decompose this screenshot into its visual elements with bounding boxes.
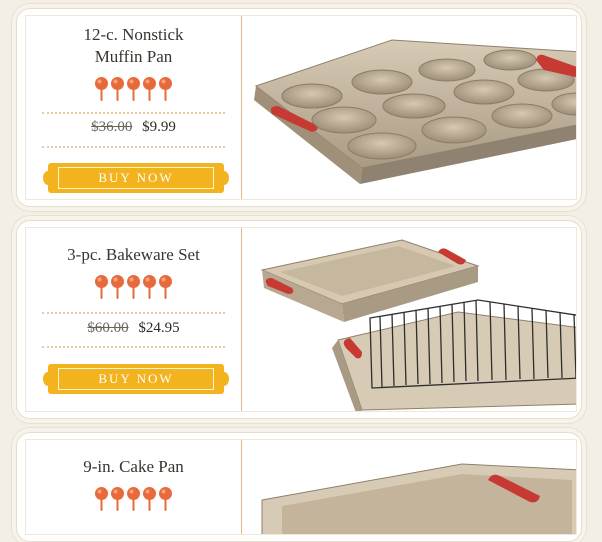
rating-spoon-icon [159,77,172,101]
price-row: $60.00 $24.95 [26,320,241,337]
cake-pan-illustration [261,463,576,534]
rating-spoon-icon [111,77,124,101]
product-image-cake-pan[interactable] [242,440,576,534]
buy-now-label: BUY NOW [58,368,214,390]
rating-spoon-icon [127,77,140,101]
sale-price: $9.99 [142,119,176,135]
rating-spoon-icon [111,275,124,299]
rating-spoon-icon [111,487,124,511]
price-row: $36.00 $9.99 [26,119,241,136]
rating-spoon-icon [127,487,140,511]
product-title-line1: 3-pc. Bakeware Set [67,245,200,264]
divider [42,112,225,114]
product-card: 12-c. Nonstick Muffin Pan $36.00 $9.99 B… [16,8,582,207]
rating-icons [26,486,241,512]
rating-spoon-icon [143,487,156,511]
divider [42,312,225,314]
product-card: 3-pc. Bakeware Set $60.00 $24.95 BUY NOW [16,220,582,419]
product-title-line1: 12-c. Nonstick [83,25,184,44]
rating-spoon-icon [95,487,108,511]
product-image-muffin-pan[interactable] [242,16,576,199]
product-title-line1: 9-in. Cake Pan [83,457,184,476]
muffin-pan-illustration [254,39,576,184]
buy-now-label: BUY NOW [58,167,214,189]
card-inner: 12-c. Nonstick Muffin Pan $36.00 $9.99 B… [25,15,577,200]
product-info: 9-in. Cake Pan [26,440,242,534]
bakeware-set-illustration [260,239,576,411]
product-info: 12-c. Nonstick Muffin Pan $36.00 $9.99 B… [26,16,242,199]
sale-price: $24.95 [138,320,180,336]
rating-spoon-icon [95,275,108,299]
product-title[interactable]: 3-pc. Bakeware Set [26,244,241,266]
product-card: 9-in. Cake Pan [16,432,582,542]
buy-now-button[interactable]: BUY NOW [43,163,229,193]
product-info: 3-pc. Bakeware Set $60.00 $24.95 BUY NOW [26,228,242,411]
rating-spoon-icon [143,275,156,299]
rating-spoon-icon [159,487,172,511]
product-title[interactable]: 12-c. Nonstick Muffin Pan [26,24,241,68]
rating-spoon-icon [127,275,140,299]
card-inner: 9-in. Cake Pan [25,439,577,535]
old-price: $60.00 [87,320,129,336]
rating-icons [26,76,241,102]
product-title-line2: Muffin Pan [94,47,173,66]
rating-icons [26,274,241,300]
divider [42,346,225,348]
divider [42,146,225,148]
old-price: $36.00 [91,119,133,135]
rating-spoon-icon [95,77,108,101]
rating-spoon-icon [159,275,172,299]
buy-now-button[interactable]: BUY NOW [43,364,229,394]
product-image-bakeware-set[interactable] [242,228,576,411]
rating-spoon-icon [143,77,156,101]
card-inner: 3-pc. Bakeware Set $60.00 $24.95 BUY NOW [25,227,577,412]
product-title[interactable]: 9-in. Cake Pan [26,456,241,478]
